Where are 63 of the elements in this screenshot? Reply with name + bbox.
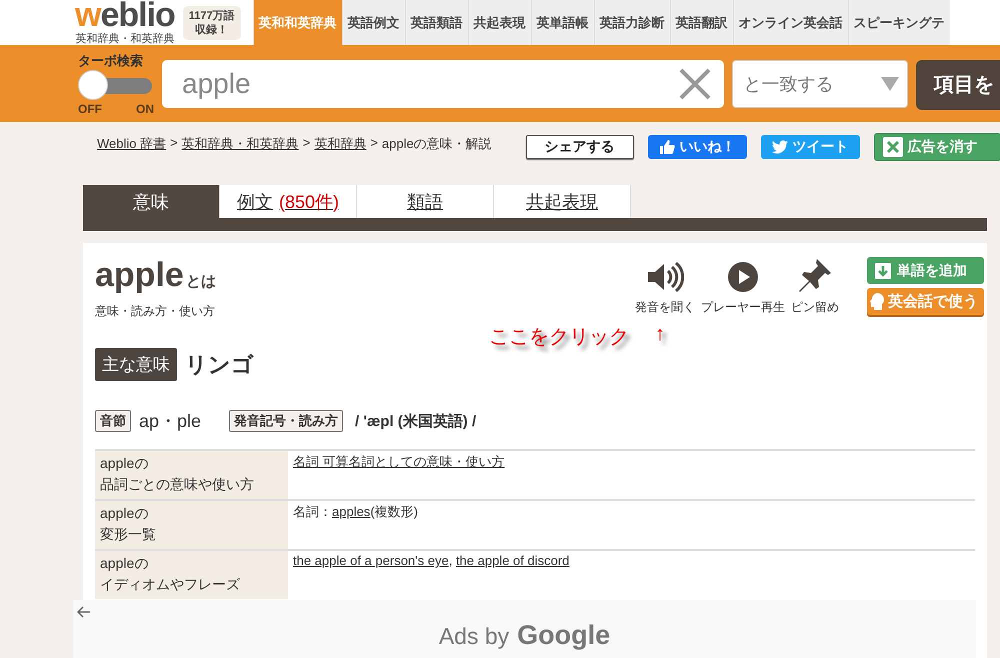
cell-text: ,	[448, 553, 454, 568]
thumbs-up-icon	[658, 139, 675, 155]
nav-tab[interactable]: スピーキングテ	[848, 0, 950, 45]
definition-link[interactable]: 名詞 可算名詞としての意味・使い方	[293, 454, 505, 469]
nav-tab[interactable]: オンライン英会話	[732, 0, 848, 45]
logo-wordmark[interactable]: weblio	[75, 0, 175, 30]
pronunciation-tag: 発音記号・読み方	[229, 410, 344, 432]
toggle-on-label: ON	[136, 102, 154, 116]
breadcrumb-link[interactable]: 英和辞典	[314, 135, 366, 153]
nav-tab[interactable]: 英語類語	[404, 0, 468, 45]
breadcrumb-link[interactable]: Weblio 辞書	[97, 135, 166, 153]
nav-tab[interactable]: 共起表現	[468, 0, 531, 45]
nav-tab[interactable]: 英語翻訳	[670, 0, 733, 45]
row-heading: appleの 変形一覧	[95, 500, 288, 550]
download-icon	[875, 262, 891, 278]
tab[interactable]: 意味	[83, 185, 220, 218]
pin-button[interactable]: ピン留め	[791, 257, 839, 316]
share-button[interactable]: シェアする	[526, 135, 634, 159]
search-field[interactable]: apple	[162, 60, 674, 108]
cell-text: 名詞：	[293, 504, 332, 519]
nav-tab[interactable]: 英単語帳	[530, 0, 594, 45]
breadcrumb-separator: >	[170, 135, 178, 152]
syllable-tag: 音節	[95, 410, 131, 432]
turbo-search-label: ターボ検索	[78, 52, 143, 70]
caret-icon	[881, 76, 899, 90]
like-button[interactable]: いいね！	[648, 135, 747, 159]
definition-link[interactable]: apples	[332, 504, 370, 519]
annotation-arrow: ↑	[655, 323, 665, 347]
main-meaning-tag: 主な意味	[95, 348, 177, 381]
head-icon	[869, 292, 887, 312]
annotation-text: ここをクリック	[489, 325, 629, 350]
pushpin-icon	[797, 257, 833, 293]
breadcrumb-current: appleの意味・解説	[382, 135, 492, 153]
listen-button[interactable]: 発音を聞く	[635, 257, 695, 316]
headword: apple	[95, 256, 184, 294]
pronunciation: / 'æpl (米国英語) /	[355, 412, 476, 430]
headword-suffix: とは	[186, 273, 216, 290]
nav-tab[interactable]: 英語力診断	[594, 0, 670, 45]
row-heading: appleの イディオムやフレーズ	[95, 550, 288, 599]
turbo-toggle[interactable]	[78, 70, 154, 102]
definition-link[interactable]: the apple of discord	[456, 553, 570, 568]
ads-by-label: Ads by	[438, 623, 510, 650]
breadcrumb-link[interactable]: 英和辞典・和英辞典	[182, 135, 299, 153]
headword-subtitle: 意味・読み方・使い方	[95, 303, 216, 320]
clear-icon[interactable]	[674, 60, 724, 108]
word-count-badge: 1177万語 収録！	[182, 6, 241, 40]
row-heading: appleの 品詞ごとの意味や使い方	[95, 450, 288, 500]
search-button[interactable]: 項目を	[916, 60, 1000, 110]
nav-tab[interactable]: 英語例文	[342, 0, 405, 45]
breadcrumb-separator: >	[370, 135, 378, 152]
match-dropdown[interactable]: と一致する	[732, 60, 908, 108]
definition-link[interactable]: the apple of a person's eye	[293, 553, 449, 568]
breadcrumb-separator: >	[302, 135, 310, 152]
back-arrow-icon[interactable]	[77, 606, 91, 618]
logo-subtitle: 英和辞典・和英辞典	[75, 32, 174, 46]
toggle-off-label: OFF	[78, 102, 102, 116]
close-icon	[882, 137, 903, 157]
main-meaning: リンゴ	[185, 350, 254, 378]
ad-brand-label: Google	[517, 620, 610, 651]
player-button[interactable]: プレーヤー再生	[701, 257, 785, 316]
cell-text: (複数形)	[370, 504, 418, 519]
syllables: ap・ple	[139, 410, 202, 433]
bird-icon	[772, 140, 788, 154]
